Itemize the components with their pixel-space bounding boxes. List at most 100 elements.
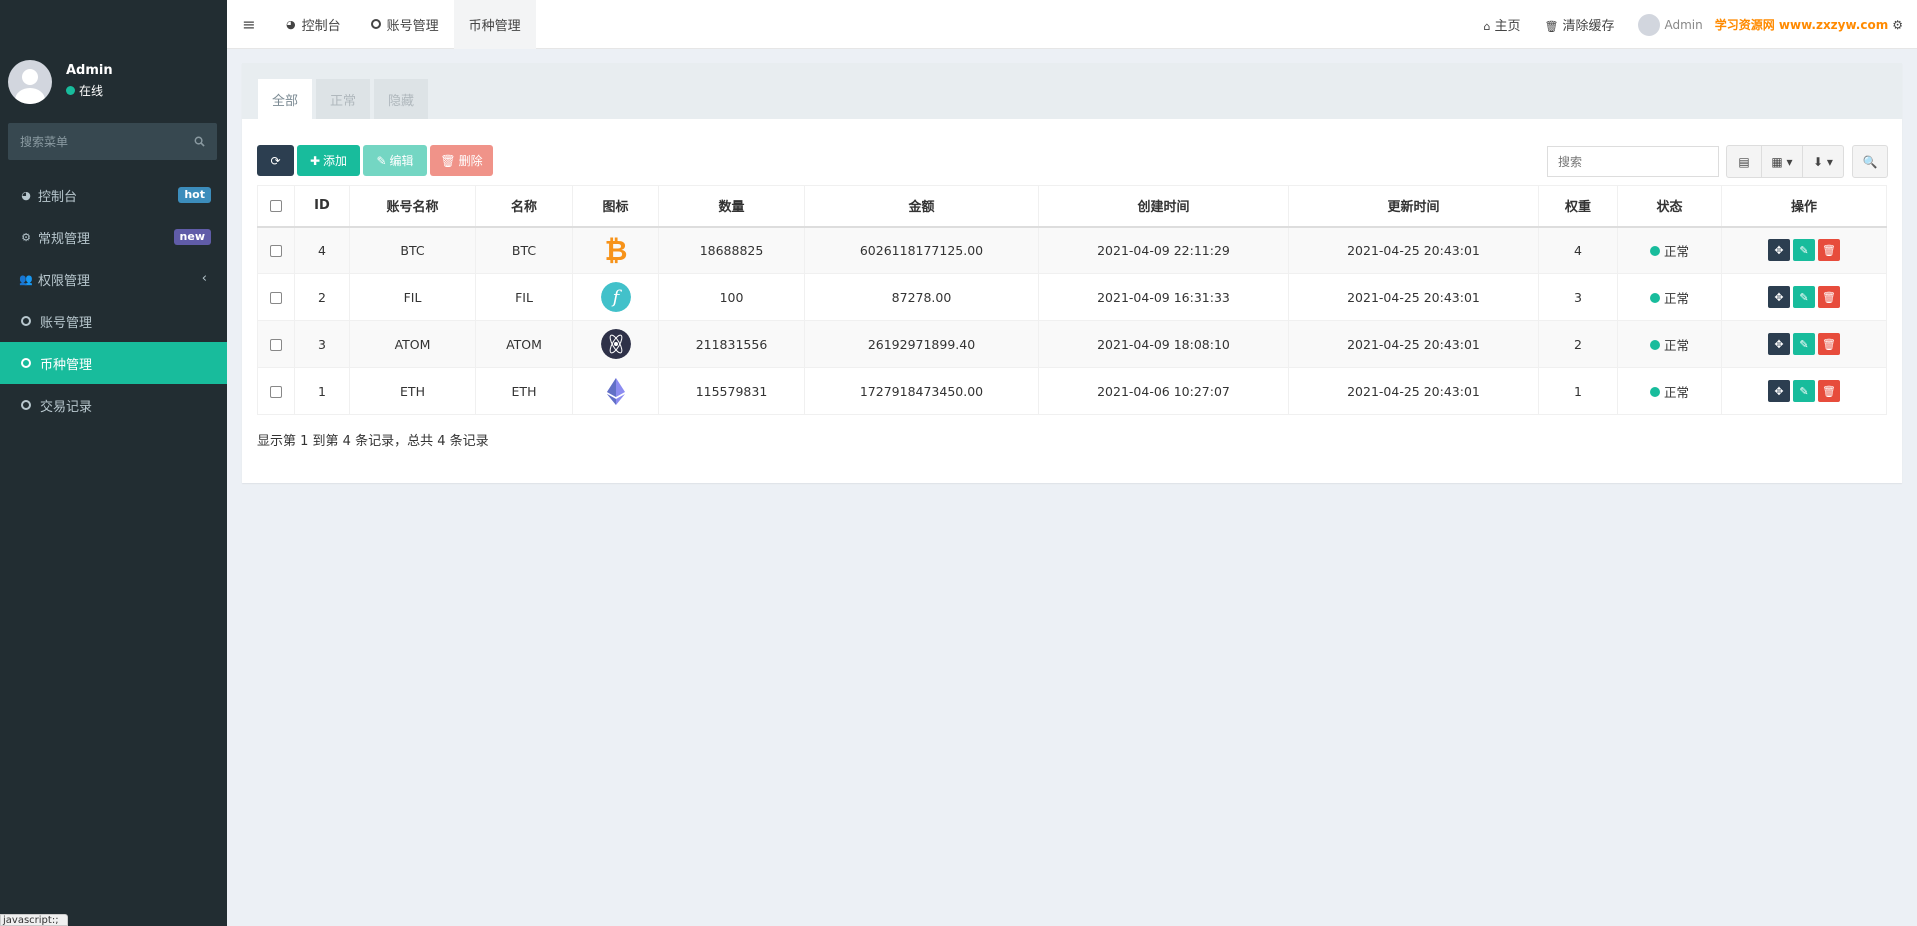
columns-dropdown-button[interactable]: ▦ ▾ <box>1761 145 1803 178</box>
drag-sort-button[interactable]: ✥ <box>1768 239 1790 262</box>
sidebar-item-dashboard[interactable]: ◕ 控制台 hot <box>0 174 227 216</box>
home-label: 主页 <box>1494 19 1521 34</box>
col-amount[interactable]: 金额 <box>804 185 1039 228</box>
table-row[interactable]: 4 BTC BTC ₿ 18688825 6026118177125.00 20… <box>257 226 1887 274</box>
header-user-avatar[interactable] <box>1638 13 1661 36</box>
cell-updated: 2021-04-25 20:43:01 <box>1288 367 1539 415</box>
cell-weight: 2 <box>1538 320 1618 368</box>
sidebar-item-permissions[interactable]: 👥 权限管理 ‹ <box>0 258 227 300</box>
toggle-view-button[interactable]: ▤ <box>1726 145 1762 178</box>
filecoin-icon[interactable]: f <box>600 282 631 312</box>
cosmos-icon[interactable] <box>600 329 631 359</box>
circle-icon <box>370 19 381 29</box>
sidebar-item-currency[interactable]: 币种管理 <box>0 342 227 384</box>
sidebar-item-label: 权限管理 <box>38 273 91 289</box>
ethereum-icon[interactable] <box>601 376 631 406</box>
row-delete-button[interactable]: 🗑 <box>1818 239 1840 262</box>
col-created[interactable]: 创建时间 <box>1038 185 1289 228</box>
cell-id: 1 <box>294 367 350 415</box>
refresh-icon: ⟳ <box>270 153 281 168</box>
tab-dashboard[interactable]: ◕ 控制台 <box>271 0 356 49</box>
cell-amount: 87278.00 <box>804 273 1039 321</box>
row-delete-button[interactable]: 🗑 <box>1818 333 1840 355</box>
sidebar-menu: ◕ 控制台 hot ⚙ 常规管理 new 👥 权限管理 ‹ 账号管理 币种管理 … <box>0 174 227 426</box>
row-edit-button[interactable]: ✎ <box>1793 286 1815 308</box>
status-badge: 正常 <box>1617 320 1722 368</box>
row-delete-button[interactable]: 🗑 <box>1818 286 1840 308</box>
sidebar-item-label: 控制台 <box>38 189 78 205</box>
status-badge: 正常 <box>1617 367 1722 415</box>
cell-amount: 1727918473450.00 <box>804 367 1039 415</box>
drag-sort-button[interactable]: ✥ <box>1768 333 1790 355</box>
tab-normal[interactable]: 正常 <box>316 79 371 119</box>
add-button[interactable]: ✚ 添加 <box>297 145 360 176</box>
cell-id: 4 <box>294 226 350 274</box>
row-checkbox[interactable] <box>270 245 282 258</box>
edit-button[interactable]: ✎ 编辑 <box>363 145 427 176</box>
row-delete-button[interactable]: 🗑 <box>1818 380 1840 402</box>
cell-id: 2 <box>294 273 350 321</box>
tab-label: 账号管理 <box>386 18 439 34</box>
export-dropdown-button[interactable]: ⬇ ▾ <box>1802 145 1844 178</box>
table-view-icon: ▤ <box>1738 154 1750 169</box>
cell-updated: 2021-04-25 20:43:01 <box>1288 320 1539 368</box>
cell-account: ETH <box>349 367 476 415</box>
filter-tabs: 全部 正常 隐藏 <box>242 63 1902 119</box>
table-row[interactable]: 2 FIL FIL f 100 87278.00 2021-04-09 16:3… <box>257 273 1887 321</box>
home-link[interactable]: ⌂ 主页 <box>1472 15 1533 34</box>
menu-search-placeholder: 搜索菜单 <box>20 135 69 149</box>
settings-gear-icon[interactable]: ⚙ <box>1892 18 1903 32</box>
sidebar-item-transactions[interactable]: 交易记录 <box>0 384 227 426</box>
status-badge: 正常 <box>1617 273 1722 321</box>
cell-weight: 4 <box>1538 226 1618 274</box>
clear-cache-link[interactable]: 🗑 清除缓存 <box>1533 15 1627 34</box>
table-search-input[interactable] <box>1547 146 1719 177</box>
col-icon[interactable]: 图标 <box>572 185 659 228</box>
cell-weight: 3 <box>1538 273 1618 321</box>
refresh-button[interactable]: ⟳ <box>257 145 294 176</box>
bitcoin-icon[interactable]: ₿ <box>601 235 631 265</box>
drag-sort-button[interactable]: ✥ <box>1768 286 1790 308</box>
delete-button[interactable]: 🗑 删除 <box>430 145 493 176</box>
user-status: 在线 <box>66 81 113 101</box>
select-all-cell <box>257 185 295 228</box>
col-status[interactable]: 状态 <box>1617 185 1722 228</box>
cell-amount: 6026118177125.00 <box>804 226 1039 274</box>
table-row[interactable]: 3 ATOM ATOM 211831556 26192971899.40 202… <box>257 320 1887 368</box>
menu-toggle-icon[interactable]: ≡ <box>227 15 271 34</box>
row-checkbox[interactable] <box>270 386 282 398</box>
select-all-checkbox[interactable] <box>270 199 282 212</box>
pagination-info: 显示第 1 到第 4 条记录，总共 4 条记录 <box>257 434 489 449</box>
search-icon[interactable] <box>194 136 205 147</box>
tab-label: 控制台 <box>301 18 341 34</box>
user-name: Admin <box>66 62 113 78</box>
sidebar-item-general[interactable]: ⚙ 常规管理 new <box>0 216 227 258</box>
cell-updated: 2021-04-25 20:43:01 <box>1288 226 1539 274</box>
sidebar-item-accounts[interactable]: 账号管理 <box>0 300 227 342</box>
cell-name: FIL <box>475 273 573 321</box>
sidebar-item-label: 账号管理 <box>40 315 93 331</box>
row-checkbox[interactable] <box>270 292 282 304</box>
tab-currency[interactable]: 币种管理 <box>453 0 536 49</box>
col-name[interactable]: 名称 <box>475 185 573 228</box>
col-quantity[interactable]: 数量 <box>658 185 805 228</box>
tab-accounts[interactable]: 账号管理 <box>356 0 454 49</box>
col-weight[interactable]: 权重 <box>1538 185 1618 228</box>
advanced-search-button[interactable]: 🔍 <box>1852 145 1888 178</box>
row-edit-button[interactable]: ✎ <box>1793 380 1815 402</box>
drag-sort-button[interactable]: ✥ <box>1768 380 1790 402</box>
user-panel: Admin 在线 <box>0 0 227 105</box>
online-dot-icon <box>66 86 75 95</box>
col-account[interactable]: 账号名称 <box>349 185 476 228</box>
col-id[interactable]: ID <box>294 185 350 228</box>
row-edit-button[interactable]: ✎ <box>1793 239 1815 262</box>
tab-all[interactable]: 全部 <box>258 79 313 119</box>
header-user-name[interactable]: Admin <box>1664 18 1702 32</box>
table-row[interactable]: 1 ETH ETH 115579831 1727918473450.00 202… <box>257 367 1887 415</box>
menu-search-input[interactable]: 搜索菜单 <box>8 123 217 160</box>
tab-hidden[interactable]: 隐藏 <box>374 79 429 119</box>
row-edit-button[interactable]: ✎ <box>1793 333 1815 355</box>
col-updated[interactable]: 更新时间 <box>1288 185 1539 228</box>
row-checkbox[interactable] <box>270 339 282 351</box>
avatar <box>8 59 52 104</box>
